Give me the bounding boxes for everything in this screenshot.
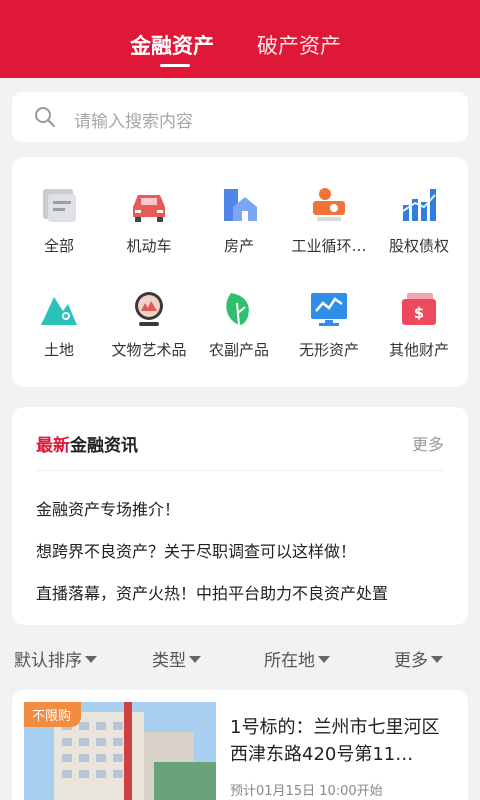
artwork-icon	[135, 292, 163, 326]
category-label: 其他财产	[388, 341, 449, 359]
category-label: 工业循环…	[291, 237, 367, 255]
category-intangible[interactable]: 无形资产	[282, 289, 376, 379]
land-mountain-icon	[41, 297, 77, 325]
news-section-title: 最新金融资讯	[36, 431, 138, 456]
active-tab-indicator	[160, 64, 190, 67]
category-artwork[interactable]: 文物艺术品	[102, 289, 196, 379]
tab-financial-assets[interactable]: 金融资产	[130, 30, 214, 60]
category-other[interactable]: $ 其他财产	[372, 289, 466, 379]
category-equity[interactable]: 股权债权	[372, 185, 466, 275]
search-icon	[35, 107, 55, 127]
category-label: 农副产品	[208, 341, 269, 359]
category-label: 文物艺术品	[111, 341, 187, 359]
filter-more[interactable]: 更多	[394, 646, 443, 671]
filter-location[interactable]: 所在地	[264, 646, 330, 671]
category-industrial[interactable]: 工业循环…	[282, 185, 376, 275]
tab-bankruptcy-assets[interactable]: 破产资产	[257, 30, 341, 60]
house-icon	[224, 189, 257, 221]
news-item[interactable]: 直播落幕，资产火热！中拍平台助力不良资产处置	[36, 580, 446, 604]
news-item[interactable]: 想跨界不良资产？关于尽职调查可以这样做！	[36, 538, 446, 562]
news-section: 最新金融资讯 更多 金融资产专场推介！ 想跨界不良资产？关于尽职调查可以这样做！…	[12, 407, 468, 625]
search-placeholder: 请输入搜索内容	[74, 112, 193, 132]
filter-label: 所在地	[264, 651, 315, 671]
money-wallet-icon: $	[402, 293, 436, 325]
divider	[36, 470, 444, 471]
category-label: 全部	[43, 237, 74, 255]
category-label: 无形资产	[298, 341, 359, 359]
category-label: 机动车	[126, 237, 172, 255]
all-doc-icon	[43, 189, 76, 222]
caret-down-icon	[318, 656, 330, 663]
category-label: 股权债权	[388, 237, 449, 255]
category-label: 土地	[43, 341, 74, 359]
category-all[interactable]: 全部	[12, 185, 106, 275]
leaf-icon	[226, 293, 249, 326]
filter-sort[interactable]: 默认排序	[14, 646, 97, 671]
listing-start-time: 预计01月15日 10:00开始	[230, 784, 383, 799]
category-grid: 全部 机动车 房产 工业循环… 股权债权 土地 文物艺术品 农副产品 无形资产 …	[12, 157, 468, 387]
top-header: 金融资产 破产资产	[0, 0, 480, 78]
news-more-link[interactable]: 更多	[412, 431, 444, 455]
category-property[interactable]: 房产	[192, 185, 286, 275]
filter-label: 类型	[152, 651, 186, 671]
filter-label: 默认排序	[14, 651, 82, 671]
news-title-highlight: 最新	[36, 436, 70, 456]
industrial-machine-icon	[313, 188, 345, 221]
category-label: 房产	[223, 237, 254, 255]
monitor-chart-icon	[311, 293, 347, 326]
equity-bars-icon	[402, 189, 436, 221]
listing-title[interactable]: 1号标的：兰州市七里河区西津东路420号第11…	[230, 714, 455, 768]
caret-down-icon	[431, 656, 443, 663]
news-item[interactable]: 金融资产专场推介！	[36, 496, 446, 520]
category-vehicle[interactable]: 机动车	[102, 185, 196, 275]
listing-tag: 不限购	[24, 702, 82, 727]
category-land[interactable]: 土地	[12, 289, 106, 379]
news-title-rest: 金融资讯	[70, 436, 138, 456]
caret-down-icon	[85, 656, 97, 663]
category-agricultural[interactable]: 农副产品	[192, 289, 286, 379]
svg-text:$: $	[414, 304, 424, 322]
filter-type[interactable]: 类型	[152, 646, 201, 671]
search-bar[interactable]: 请输入搜索内容	[12, 92, 468, 142]
car-icon	[133, 195, 165, 222]
filter-label: 更多	[394, 651, 428, 671]
asset-listing-card[interactable]: 不限购 1号标的：兰州市七里河区西津东路420号第11… 预计01月15日 10…	[12, 690, 468, 800]
caret-down-icon	[189, 656, 201, 663]
